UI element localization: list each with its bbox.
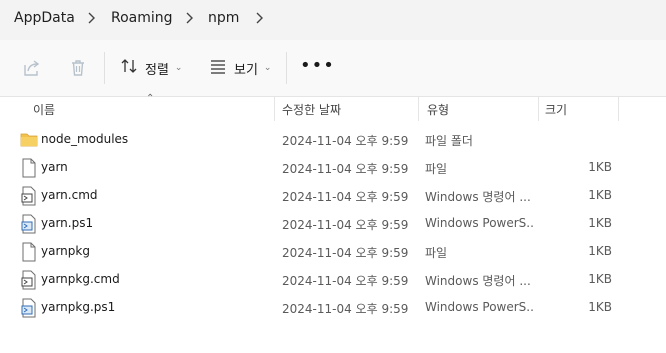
view-label: 보기 <box>234 62 258 78</box>
file-size: 1KB <box>588 300 612 314</box>
address-bar[interactable]: AppData Roaming npm <box>0 0 666 40</box>
folder-icon <box>20 130 38 150</box>
column-date[interactable]: 수정한 날짜 <box>282 101 341 118</box>
chevron-down-icon: ⌄ <box>174 63 183 73</box>
file-name: yarnpkg <box>41 244 90 258</box>
more-options-button[interactable]: ••• <box>300 57 335 75</box>
sort-icon <box>119 56 139 80</box>
breadcrumb-appdata[interactable]: AppData <box>14 10 75 26</box>
cmd-file-icon <box>20 270 38 290</box>
view-button[interactable]: 보기 ⌄ <box>208 56 271 80</box>
toolbar-divider <box>286 52 287 84</box>
file-type: 파일 <box>425 246 448 260</box>
file-name: yarnpkg.ps1 <box>41 300 116 314</box>
chevron-right-icon[interactable] <box>184 11 194 25</box>
sort-ascending-icon: ⌃ <box>146 93 155 104</box>
sort-button[interactable]: 정렬 ⌄ <box>119 56 182 80</box>
file-size: 1KB <box>588 160 612 174</box>
file-name: yarn <box>41 160 68 174</box>
file-type: 파일 폴더 <box>425 134 473 148</box>
file-date: 2024-11-04 오후 9:59 <box>282 246 409 260</box>
list-item[interactable]: node_modules 2024-11-04 오후 9:59 파일 폴더 <box>0 126 666 154</box>
file-type: Windows 명령어 ... <box>425 190 531 204</box>
column-name[interactable]: 이름 <box>33 101 55 118</box>
file-date: 2024-11-04 오후 9:59 <box>282 134 409 148</box>
list-view-icon <box>208 56 228 80</box>
list-item[interactable]: yarnpkg.ps1 2024-11-04 오후 9:59 Windows P… <box>0 294 666 322</box>
column-header: ⌃ 이름 수정한 날짜 유형 크기 <box>0 93 666 122</box>
file-name: yarnpkg.cmd <box>41 272 120 286</box>
breadcrumb-roaming[interactable]: Roaming <box>111 10 173 26</box>
chevron-right-icon[interactable] <box>86 11 96 25</box>
file-date: 2024-11-04 오후 9:59 <box>282 162 409 176</box>
file-type: Windows 명령어 ... <box>425 274 531 288</box>
list-item[interactable]: yarn 2024-11-04 오후 9:59 파일 1KB <box>0 154 666 182</box>
file-size: 1KB <box>588 272 612 286</box>
column-divider[interactable] <box>274 96 275 121</box>
file-size: 1KB <box>588 244 612 258</box>
file-type: Windows PowerS... <box>425 300 535 314</box>
list-item[interactable]: yarnpkg.cmd 2024-11-04 오후 9:59 Windows 명… <box>0 266 666 294</box>
list-item[interactable]: yarn.cmd 2024-11-04 오후 9:59 Windows 명령어 … <box>0 182 666 210</box>
file-type: Windows PowerS... <box>425 216 535 230</box>
file-name: yarn.ps1 <box>41 216 94 230</box>
file-type: 파일 <box>425 162 448 176</box>
file-date: 2024-11-04 오후 9:59 <box>282 218 409 232</box>
file-date: 2024-11-04 오후 9:59 <box>282 302 409 316</box>
column-type[interactable]: 유형 <box>427 101 449 118</box>
column-divider[interactable] <box>538 96 539 121</box>
column-divider[interactable] <box>418 96 419 121</box>
toolbar-divider <box>104 52 105 84</box>
list-item[interactable]: yarn.ps1 2024-11-04 오후 9:59 Windows Powe… <box>0 210 666 238</box>
sort-label: 정렬 <box>145 62 169 78</box>
column-size[interactable]: 크기 <box>545 101 567 118</box>
powershell-file-icon <box>20 214 38 234</box>
list-item[interactable]: yarnpkg 2024-11-04 오후 9:59 파일 1KB <box>0 238 666 266</box>
column-divider[interactable] <box>618 96 619 121</box>
file-size: 1KB <box>588 216 612 230</box>
file-date: 2024-11-04 오후 9:59 <box>282 190 409 204</box>
file-icon <box>20 242 38 262</box>
file-name: yarn.cmd <box>41 188 98 202</box>
trash-icon[interactable] <box>66 56 90 80</box>
share-icon[interactable] <box>20 56 44 80</box>
file-icon <box>20 158 38 178</box>
file-size: 1KB <box>588 188 612 202</box>
cmd-file-icon <box>20 186 38 206</box>
breadcrumb-npm[interactable]: npm <box>208 10 239 26</box>
file-date: 2024-11-04 오후 9:59 <box>282 274 409 288</box>
command-bar: 정렬 ⌄ 보기 ⌄ ••• <box>0 40 666 97</box>
powershell-file-icon <box>20 298 38 318</box>
chevron-right-icon[interactable] <box>254 11 264 25</box>
chevron-down-icon: ⌄ <box>263 63 272 73</box>
file-name: node_modules <box>41 132 129 146</box>
